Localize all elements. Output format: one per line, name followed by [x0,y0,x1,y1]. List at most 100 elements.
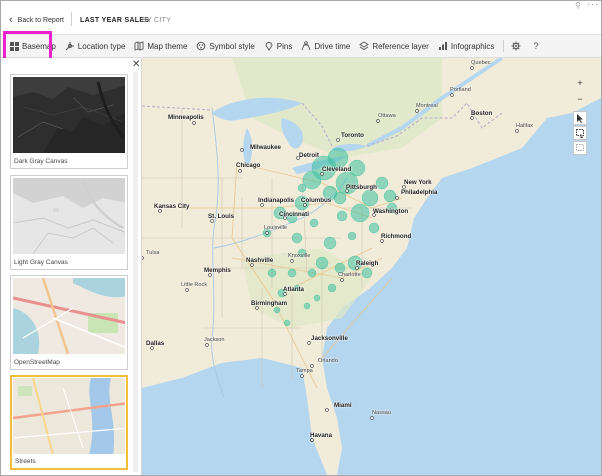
toolbar-pins-button[interactable]: Pins [264,41,293,51]
report-header: ‹ Back to Report LAST YEAR SALES BY CITY… [1,1,601,35]
city-label: Chicago [236,162,261,169]
city-label: Atlanta [283,286,304,293]
city-label: Miami [334,402,352,409]
basemap-option-openstreetmap[interactable]: OpenStreetMap [10,275,128,370]
drive-time-icon [301,41,311,51]
header-divider [71,12,72,26]
infographics-icon [438,41,448,51]
city-label: Birmingham [251,300,288,307]
lasso-select-button[interactable] [573,141,587,155]
city-label: Montreal [416,103,438,109]
city-label: Richmond [381,233,412,240]
toolbar-label: Location type [77,41,126,51]
city-label: Jackson [204,337,225,343]
city-label: Portland [450,87,471,93]
city-label: Nassau [372,410,391,416]
panel-scrollbar[interactable] [133,72,138,472]
city-label: Boston [471,110,493,117]
help-icon: ? [533,41,539,51]
basemap-option-label: OpenStreetMap [14,359,60,366]
pin-icon [264,41,274,51]
streets-thumbnail [13,378,125,454]
city-label: Charlotte [338,272,361,278]
city-label: Knoxville [288,253,311,259]
zoom-out-label: − [577,94,583,104]
toolbar-infographics-button[interactable]: Infographics [438,41,495,51]
openstreetmap-thumbnail [13,278,125,354]
city-label: Louisville [264,225,288,231]
city-label: Detroit [299,152,319,159]
city-label: Milwaukee [250,144,281,151]
toolbar-label: Drive time [314,41,351,51]
map-toolbar: Basemap Location type Map theme Symbol s… [1,35,601,58]
help-button[interactable]: ? [533,41,538,51]
toolbar-label: Infographics [450,41,495,51]
select-pointer-button[interactable] [573,111,587,125]
basemap-option-dark-gray[interactable]: Dark Gray Canvas [10,74,128,169]
city-label: Cleveland [322,166,352,173]
light-gray-thumbnail [13,178,125,254]
city-label: Washington [373,208,409,215]
rectangle-select-icon [575,128,584,138]
city-label: St. Louis [208,213,235,220]
zoom-out-button[interactable]: − [573,92,587,106]
more-options-icon[interactable]: ··· [587,1,599,9]
lasso-select-icon [575,143,584,151]
layers-icon [359,41,370,51]
settings-button[interactable] [511,41,524,51]
city-label: Orlando [318,358,338,364]
basemap-option-streets[interactable]: Streets [10,375,128,470]
basemap-option-light-gray[interactable]: Light Gray Canvas [10,175,128,270]
toolbar-label: Pins [276,41,293,51]
city-label: Dallas [146,340,165,347]
city-label: Nashville [246,257,274,264]
city-label: Tampa [296,368,313,374]
back-label: Back to Report [17,16,64,24]
gear-icon [511,41,521,51]
city-label: Jacksonville [311,335,348,342]
city-label: Little Rock [181,282,208,288]
toolbar-symbol-style-button[interactable]: Symbol style [196,41,255,51]
city-label: Ottawa [378,113,396,119]
basemap-option-label: Dark Gray Canvas [14,158,68,165]
city-label: Tulsa [146,250,160,256]
window: ‹ Back to Report LAST YEAR SALES BY CITY… [0,0,602,476]
basemap-option-label: Light Gray Canvas [14,259,68,266]
map-canvas[interactable]: Minneapolis Milwaukee Detroit Toronto Ottawa… [142,58,601,475]
city-label: Indianapolis [258,197,295,204]
city-label: Halifax [516,123,534,129]
toolbar-label: Map theme [147,41,188,51]
map-theme-icon [134,41,144,51]
toolbar-label: Symbol style [209,41,255,51]
back-to-report-link[interactable]: ‹ Back to Report [9,14,64,26]
pin-visual-icon[interactable]: ⚲ [575,1,581,10]
city-label: Philadelphia [401,189,438,196]
city-label: Kansas City [154,203,190,210]
city-label: Pittsburgh [346,184,377,191]
visual-title: LAST YEAR SALES [80,17,150,24]
rectangle-select-button[interactable] [573,126,587,140]
dark-gray-thumbnail [13,77,125,153]
city-label: New York [404,179,432,186]
cursor-icon [577,113,583,123]
visual-subtitle: BY CITY [142,17,172,24]
toolbar-drive-time-button[interactable]: Drive time [301,41,350,51]
toolbar-location-type-button[interactable]: Location type [65,41,126,51]
city-label: Memphis [204,267,231,274]
close-icon[interactable]: ✕ [132,59,140,70]
city-label: Raleigh [356,260,379,267]
zoom-in-button[interactable]: + [573,76,587,90]
location-type-icon [65,41,75,51]
symbol-style-icon [196,41,206,51]
zoom-in-label: + [577,78,583,88]
toolbar-reference-layer-button[interactable]: Reference layer [359,41,429,51]
toolbar-map-theme-button[interactable]: Map theme [134,41,187,51]
toolbar-label: Reference layer [372,41,429,51]
city-label: Havana [310,432,333,439]
chevron-left-icon: ‹ [9,14,13,26]
city-label: Minneapolis [168,114,204,121]
city-label: Cincinnati [279,211,309,218]
toolbar-divider [503,40,505,52]
city-label: Toronto [341,132,364,139]
basemap-panel: ✕ Dark Gray Canvas Light Gray Canvas Ope… [1,58,142,475]
